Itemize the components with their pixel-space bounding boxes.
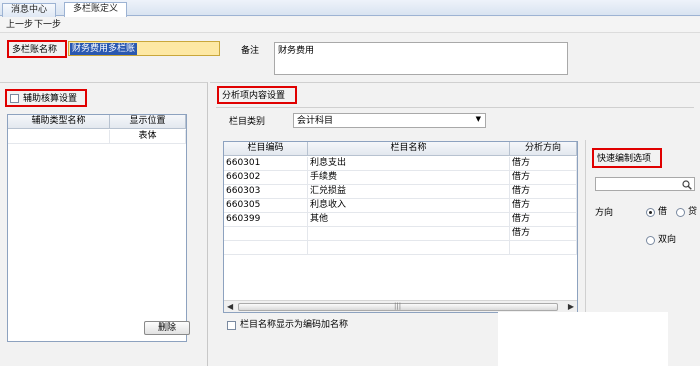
name-value: 财务费用多栏账 bbox=[70, 43, 138, 55]
table-cell: 利息支出 bbox=[308, 157, 510, 171]
column-header[interactable]: 显示位置 bbox=[110, 115, 186, 129]
table-cell bbox=[308, 227, 510, 241]
credit-label: 贷 bbox=[688, 207, 698, 217]
analysis-title-box: 分析项内容设置 bbox=[217, 86, 297, 104]
aux-check-box: 辅助核算设置 bbox=[5, 89, 87, 107]
table-cell bbox=[224, 241, 308, 255]
quick-title-box: 快速编制选项 bbox=[592, 148, 662, 168]
name-label-box: 多栏账名称 bbox=[7, 40, 67, 58]
table-row[interactable]: 660399 其他 借方 bbox=[224, 213, 577, 227]
tab-multicolumn-ledger-definition[interactable]: 多栏账定义 bbox=[64, 2, 128, 17]
table-cell: 660399 bbox=[224, 213, 308, 227]
table-cell: 汇兑损益 bbox=[308, 185, 510, 199]
prev-step-button[interactable]: 上一步 bbox=[4, 19, 35, 31]
both-radio[interactable] bbox=[646, 236, 655, 245]
table-row[interactable]: 660303 汇兑损益 借方 bbox=[224, 185, 577, 199]
table-cell: 借方 bbox=[510, 227, 577, 241]
tab-message-center[interactable]: 消息中心 bbox=[2, 3, 57, 17]
table-cell: 其他 bbox=[308, 213, 510, 227]
chevron-down-icon: ▼ bbox=[475, 115, 481, 123]
table-row[interactable]: 660305 利息收入 借方 bbox=[224, 199, 577, 213]
horizontal-scrollbar[interactable]: ◀ ||| ▶ bbox=[224, 300, 577, 312]
quick-options-panel: 快速编制选项 方向 借 贷 双向 bbox=[585, 140, 700, 315]
column-header[interactable]: 辅助类型名称 bbox=[8, 115, 110, 129]
toolbar: 上一步 下一步 bbox=[0, 17, 700, 33]
table-row[interactable]: 借方 bbox=[224, 227, 577, 241]
category-value: 会计科目 bbox=[297, 116, 334, 126]
table-cell: 表体 bbox=[110, 130, 186, 144]
table-row[interactable]: 660302 手续费 借方 bbox=[224, 171, 577, 185]
search-icon[interactable] bbox=[682, 180, 692, 190]
category-label: 栏目类别 bbox=[229, 117, 266, 127]
table-cell bbox=[510, 241, 577, 255]
analysis-grid-body: 660301 利息支出 借方 660302 手续费 借方 660303 汇兑损益 借方 66030… bbox=[224, 157, 577, 297]
overlay-box bbox=[498, 312, 668, 366]
aux-grid: 辅助类型名称 显示位置 表体 bbox=[7, 114, 187, 342]
analysis-grid-header: 栏目编码 栏目名称 分析方向 bbox=[224, 142, 577, 156]
scroll-left-icon[interactable]: ◀ bbox=[227, 302, 233, 311]
header-form: 多栏账名称 财务费用多栏账 备注 财务费用 bbox=[0, 34, 700, 80]
scroll-thumb[interactable]: ||| bbox=[238, 302, 558, 311]
column-header[interactable]: 栏目编码 bbox=[224, 142, 308, 156]
column-header[interactable]: 栏目名称 bbox=[308, 142, 510, 156]
analysis-section-title: 分析项内容设置 bbox=[222, 91, 286, 101]
category-select[interactable]: 会计科目 ▼ bbox=[293, 113, 486, 128]
name-input[interactable]: 财务费用多栏账 bbox=[68, 41, 220, 56]
table-cell: 660301 bbox=[224, 157, 308, 171]
table-cell bbox=[224, 227, 308, 241]
table-cell: 利息收入 bbox=[308, 199, 510, 213]
table-cell: 借方 bbox=[510, 171, 577, 185]
credit-radio[interactable] bbox=[676, 208, 685, 217]
divider bbox=[216, 107, 694, 108]
remark-value: 财务费用 bbox=[278, 46, 315, 56]
quick-options-title: 快速编制选项 bbox=[597, 154, 652, 164]
table-cell: 借方 bbox=[510, 157, 577, 171]
table-row[interactable]: 表体 bbox=[8, 130, 186, 144]
remark-textarea[interactable]: 财务费用 bbox=[274, 42, 568, 75]
both-label: 双向 bbox=[658, 235, 677, 245]
table-cell: 借方 bbox=[510, 185, 577, 199]
grip-icon: ||| bbox=[394, 302, 402, 310]
aux-grid-header: 辅助类型名称 显示位置 bbox=[8, 115, 186, 129]
debit-label: 借 bbox=[658, 207, 668, 217]
delete-button[interactable]: 删除 bbox=[144, 321, 190, 335]
column-header[interactable]: 分析方向 bbox=[510, 142, 577, 156]
table-cell: 借方 bbox=[510, 213, 577, 227]
table-cell: 手续费 bbox=[308, 171, 510, 185]
aux-settings-panel: 辅助核算设置 辅助类型名称 显示位置 表体 删除 bbox=[0, 82, 208, 366]
analysis-grid: 栏目编码 栏目名称 分析方向 660301 利息支出 借方 660302 手续费 借方 66… bbox=[223, 141, 578, 313]
remark-label: 备注 bbox=[241, 46, 260, 56]
next-step-button[interactable]: 下一步 bbox=[32, 19, 63, 31]
scroll-right-icon[interactable]: ▶ bbox=[568, 302, 574, 311]
table-cell bbox=[8, 130, 110, 144]
table-cell: 660302 bbox=[224, 171, 308, 185]
show-code-label: 栏目名称显示为编码加名称 bbox=[240, 320, 349, 330]
table-cell: 660303 bbox=[224, 185, 308, 199]
table-cell bbox=[308, 241, 510, 255]
quick-search-input[interactable] bbox=[595, 177, 695, 191]
debit-radio[interactable] bbox=[646, 208, 655, 217]
aux-check-label: 辅助核算设置 bbox=[23, 94, 78, 104]
aux-checkbox[interactable] bbox=[10, 94, 19, 103]
direction-label: 方向 bbox=[595, 208, 614, 218]
table-row[interactable] bbox=[224, 241, 577, 255]
tab-strip: 消息中心 多栏账定义 bbox=[0, 0, 700, 17]
show-code-checkbox[interactable] bbox=[227, 321, 236, 330]
name-label: 多栏账名称 bbox=[12, 45, 58, 55]
table-cell: 660305 bbox=[224, 199, 308, 213]
table-cell: 借方 bbox=[510, 199, 577, 213]
table-row[interactable]: 660301 利息支出 借方 bbox=[224, 157, 577, 171]
